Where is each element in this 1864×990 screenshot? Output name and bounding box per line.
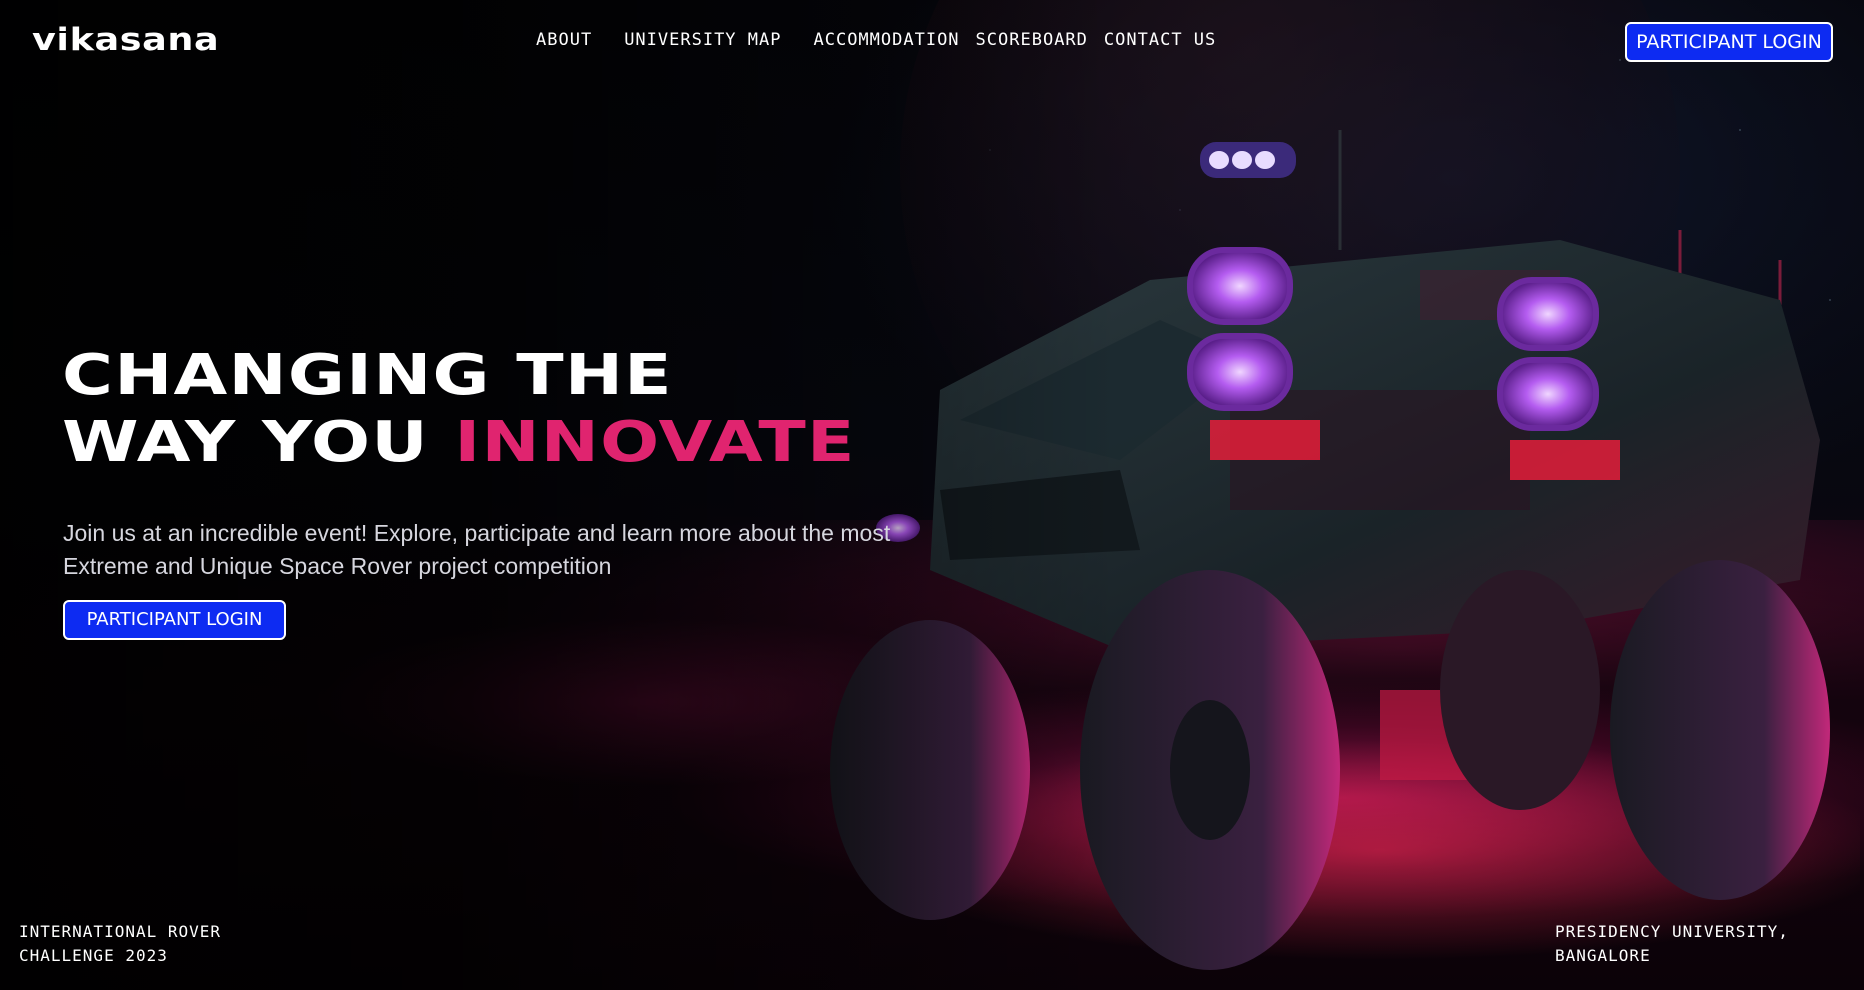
venue-caption-line-2: BANGALORE — [1555, 946, 1651, 965]
hero-participant-login-button[interactable]: PARTICIPANT LOGIN — [63, 600, 286, 640]
landing-page: vikasana ABOUT UNIVERSITY MAP ACCOMMODAT… — [0, 0, 1864, 990]
event-caption: INTERNATIONAL ROVER CHALLENGE 2023 — [19, 920, 221, 968]
nav-link-contact-us[interactable]: CONTACT US — [1104, 30, 1216, 50]
hero-title-line-1: CHANGING THE — [62, 343, 673, 408]
hero-subtitle-line-2: Extreme and Unique Space Rover project c… — [63, 553, 612, 579]
hero-subtitle-line-1: Join us at an incredible event! Explore,… — [63, 520, 891, 546]
hero-title-plain: WAY YOU — [62, 410, 455, 475]
hero-background-image — [0, 0, 1864, 990]
main-nav: ABOUT UNIVERSITY MAP ACCOMMODATION SCORE… — [536, 30, 1232, 50]
brand-logo[interactable]: vikasana — [32, 22, 219, 58]
site-header: vikasana ABOUT UNIVERSITY MAP ACCOMMODAT… — [0, 0, 1864, 84]
event-caption-line-2: CHALLENGE 2023 — [19, 946, 168, 965]
hero-title: CHANGING THE WAY YOU INNOVATE — [62, 342, 856, 476]
nav-link-about[interactable]: ABOUT — [536, 30, 592, 50]
venue-caption-line-1: PRESIDENCY UNIVERSITY, — [1555, 922, 1789, 941]
venue-caption: PRESIDENCY UNIVERSITY, BANGALORE — [1555, 920, 1789, 968]
participant-login-button[interactable]: PARTICIPANT LOGIN — [1625, 22, 1833, 62]
nav-link-accommodation[interactable]: ACCOMMODATION — [813, 30, 959, 50]
hero-title-accent: INNOVATE — [454, 410, 856, 475]
hero-subtitle: Join us at an incredible event! Explore,… — [63, 517, 963, 583]
hero-title-line-2: WAY YOU INNOVATE — [62, 409, 856, 476]
event-caption-line-1: INTERNATIONAL ROVER — [19, 922, 222, 941]
nav-link-university-map[interactable]: UNIVERSITY MAP — [624, 30, 781, 50]
nav-link-scoreboard[interactable]: SCOREBOARD — [976, 30, 1088, 50]
